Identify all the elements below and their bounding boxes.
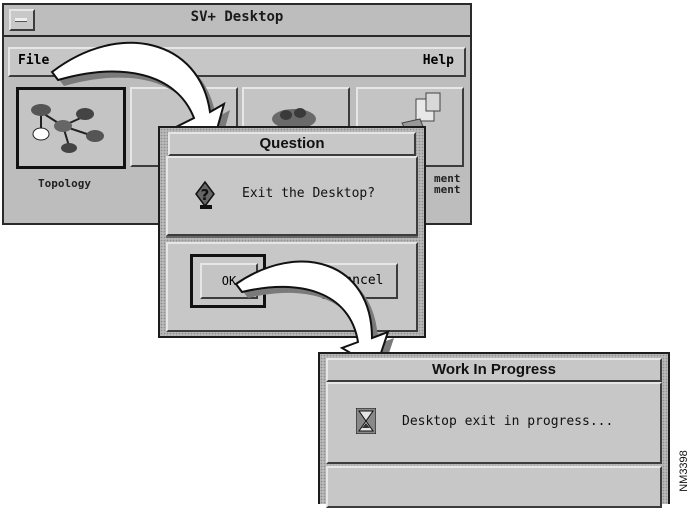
progress-body: Desktop exit in progress... xyxy=(326,382,662,464)
figure-code-text: NM3398 xyxy=(678,450,690,492)
work-in-progress-dialog: Work In Progress Desktop exit in progres… xyxy=(318,352,670,508)
progress-footer xyxy=(326,466,662,508)
hourglass-icon xyxy=(356,408,376,434)
progress-message: Desktop exit in progress... xyxy=(402,414,614,429)
progress-title[interactable]: Work In Progress xyxy=(326,358,662,382)
figure-code: NM3398 xyxy=(676,446,692,496)
